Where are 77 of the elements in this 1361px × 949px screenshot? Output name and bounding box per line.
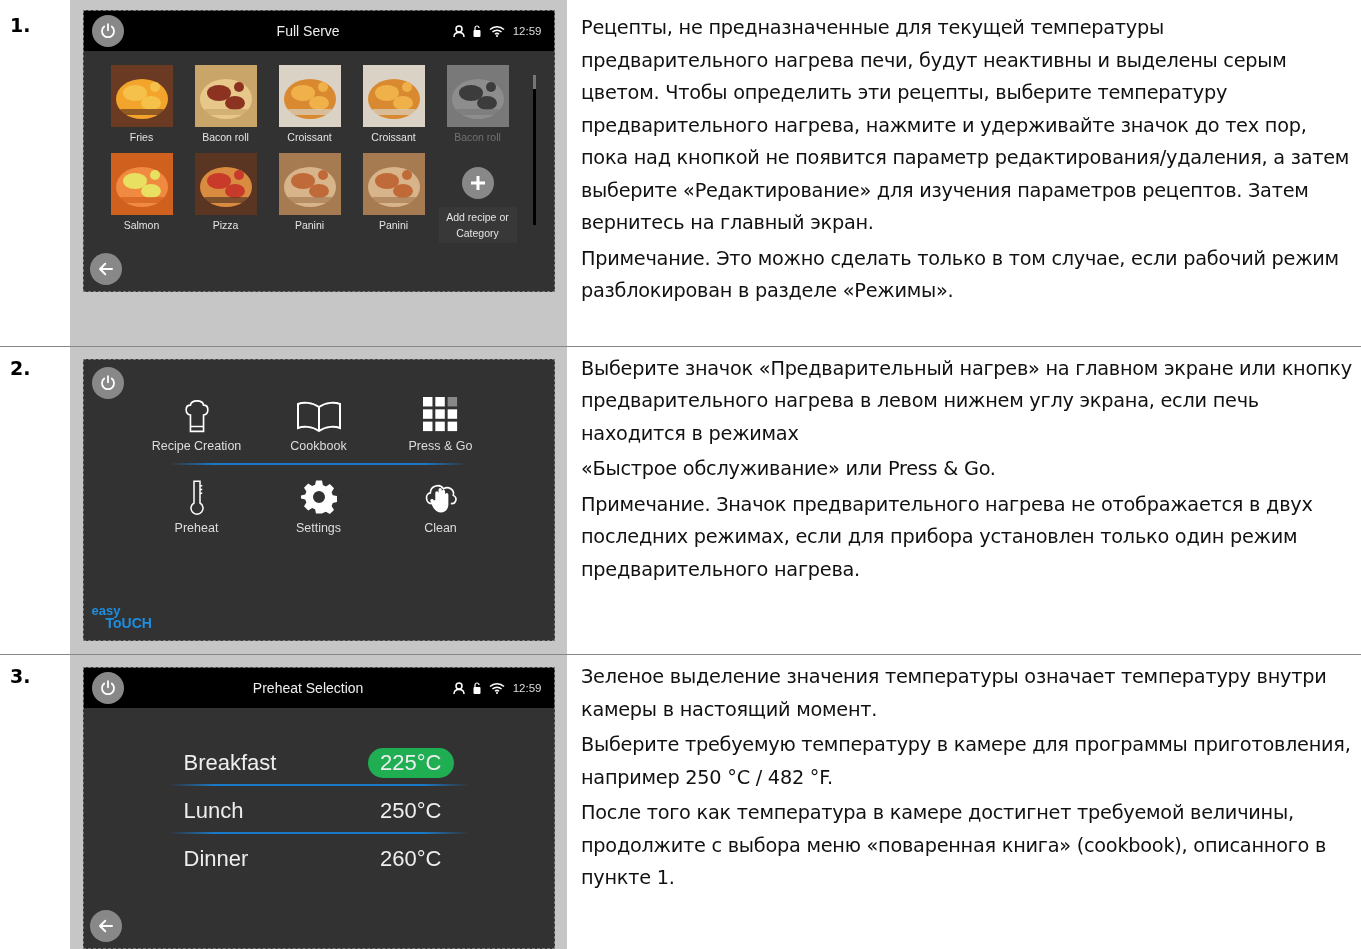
recipe-tile[interactable]: Croissant [351, 65, 436, 145]
temperature-value: 260°C [379, 845, 443, 873]
temperature-value: 250°C [379, 797, 443, 825]
menu-label: Recipe Creation [151, 438, 242, 453]
recipe-tile[interactable]: Pizza [183, 153, 268, 243]
step-number: 2. [9, 355, 32, 381]
book-icon [295, 400, 342, 433]
menu-item[interactable]: Preheat [135, 478, 258, 541]
back-arrow-icon [96, 260, 115, 278]
back-button[interactable] [89, 910, 122, 942]
recipe-name: Panini [378, 218, 409, 233]
instruction-text: Зеленое выделение значения температуры означает температуру внутри камеры в настоящий момент. [581, 664, 1328, 723]
instruction-text: Выберите значок «Предварительный нагрев» на главном экране или кнопку предварительного нагрева в левом нижнем углу экрана, если печь находится в режимах [581, 355, 1353, 447]
back-arrow-icon [96, 917, 115, 935]
user-icon [452, 682, 465, 694]
recipe-tile[interactable]: Fries [99, 65, 184, 145]
instruction-text: Выберите требуемую температуру в камере для программы приготовления, например 250 °C / 482 °F. [581, 732, 1352, 791]
logo-text: easy [91, 603, 121, 617]
meal-label: Breakfast [183, 750, 277, 776]
settings-icon [298, 478, 339, 515]
recipe-tile[interactable]: Panini [351, 153, 436, 243]
power-button[interactable] [91, 366, 124, 399]
recipe-tile[interactable]: Bacon roll [183, 65, 268, 145]
menu-item[interactable]: Press & Go [379, 396, 502, 459]
clock-time: 12:59 [512, 682, 542, 694]
preheat-option[interactable]: Dinner 260°C [175, 840, 462, 878]
menu-label: Press & Go [408, 438, 473, 453]
recipe-name: Panini [294, 218, 325, 233]
recipe-name: Bacon roll [202, 130, 249, 145]
recipe-name: Croissant [287, 130, 332, 145]
instruction-text: Примечание. Значок предварительного нагрева не отображается в двух последних режимах, если для прибора установлен только один режим предварительного нагрева. [581, 491, 1314, 583]
preheat-option[interactable]: Breakfast 225°C [175, 744, 462, 782]
wifi-icon [488, 682, 505, 694]
plus-icon [469, 175, 486, 191]
instruction-text: Рецепты, не предназначенные для текущей температуры предварительного нагрева печи, будут неактивны и выделены серым цветом. Чтобы определить эти рецепты, выберите температуру предварительного нагрева, нажмите и удерживайте значок до тех пор, пока над кнопкой не появится параметр редактирования/удаления, а затем выберите «Редактирование» для изучения параметров рецептов. Затем вернитесь на главный экран. [581, 15, 1351, 236]
power-button[interactable] [91, 672, 124, 704]
step-number: 1. [9, 13, 32, 38]
menu-label: Preheat [174, 520, 219, 535]
recipe-tile[interactable]: Croissant [267, 65, 352, 145]
lock-icon [472, 25, 481, 37]
instruction-text: «Быстрое обслуживание» или Press & Go. [581, 456, 997, 483]
add-recipe-label: Add recipe or Category [438, 207, 517, 243]
preheat-option[interactable]: Lunch 250°C [175, 792, 462, 830]
power-icon [98, 22, 117, 40]
instruction-text: После того как температура в камере достигнет требуемой величины, продолжите с выбора меню «поваренная книга» (cookbook), описанного в пункте 1. [581, 800, 1328, 891]
meal-label: Lunch [183, 798, 244, 824]
screen-title: Preheat Selection [251, 680, 365, 696]
wifi-icon [488, 25, 505, 37]
user-icon [452, 25, 465, 37]
power-icon [98, 679, 117, 697]
recipe-name: Croissant [371, 130, 416, 145]
clock-time: 12:59 [512, 25, 542, 37]
menu-label: Clean [424, 520, 457, 535]
recipe-tile[interactable]: Salmon [99, 153, 184, 243]
step-number: 3. [9, 664, 32, 689]
lock-icon [472, 682, 481, 694]
menu-item[interactable]: Clean [379, 478, 502, 541]
power-button[interactable] [91, 15, 124, 47]
menu-item[interactable]: Recipe Creation [135, 396, 258, 459]
add-button[interactable] [461, 167, 494, 199]
temperature-value: 225°C [368, 748, 454, 778]
scrollbar[interactable] [532, 75, 536, 225]
menu-label: Settings [295, 520, 342, 535]
recipe-name: Pizza [212, 218, 239, 233]
grid-icon [421, 396, 460, 433]
instruction-text: Примечание. Это можно сделать только в том случае, если рабочий режим разблокирован в разделе «Режимы». [581, 245, 1340, 304]
menu-label: Cookbook [290, 438, 347, 453]
menu-item[interactable]: Settings [257, 478, 380, 541]
recipe-name: Fries [129, 130, 154, 145]
recipe-tile[interactable]: Panini [267, 153, 352, 243]
power-icon [98, 373, 117, 392]
recipe-name: Salmon [123, 218, 160, 233]
screen-title: Full Serve [275, 23, 341, 39]
logo-text: ToUCH [105, 616, 152, 630]
meal-label: Dinner [183, 846, 249, 872]
back-button[interactable] [89, 253, 122, 285]
menu-item[interactable]: Cookbook [257, 396, 380, 459]
